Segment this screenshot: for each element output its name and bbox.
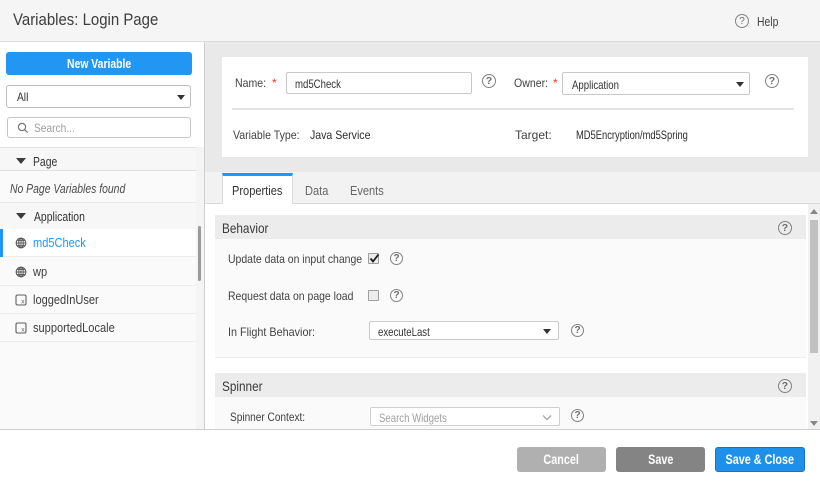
svg-text:x: x	[21, 298, 25, 305]
svg-text:x: x	[21, 326, 25, 333]
